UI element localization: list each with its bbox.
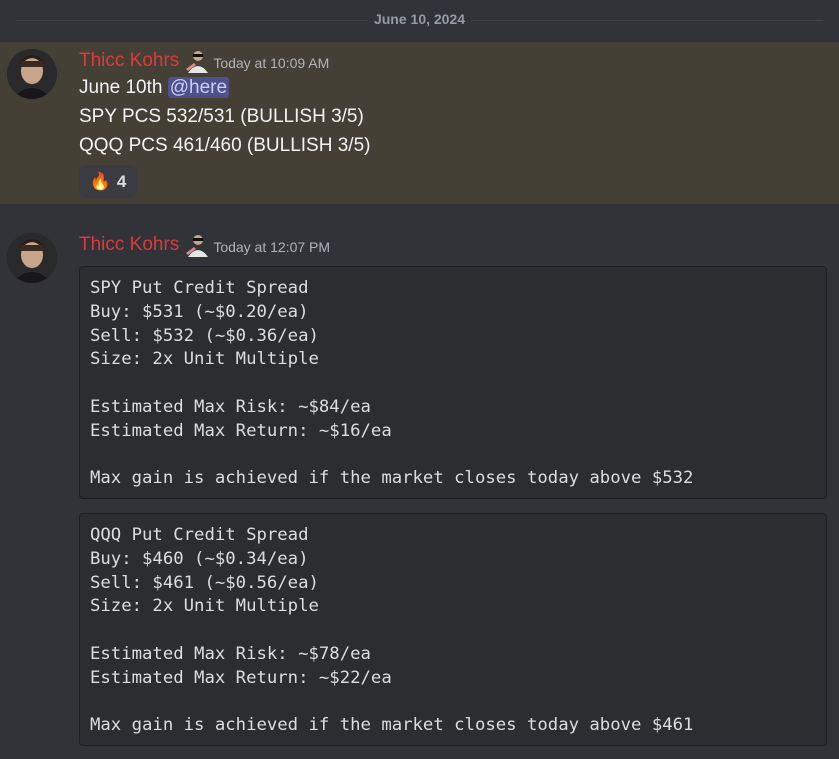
code-block-qqq: QQQ Put Credit Spread Buy: $460 (~$0.34/… bbox=[79, 513, 827, 746]
mention-here[interactable]: @here bbox=[167, 77, 230, 98]
code-block-spy: SPY Put Credit Spread Buy: $531 (~$0.20/… bbox=[79, 266, 827, 499]
message-header: Thicc Kohrs Today at 10:09 AM bbox=[79, 49, 329, 73]
reaction-count: 4 bbox=[116, 171, 127, 191]
message-line-2: SPY PCS 532/531 (BULLISH 3/5) bbox=[79, 106, 364, 127]
reaction-button[interactable]: 🔥 4 bbox=[79, 165, 137, 198]
code-line: Buy: $460 (~$0.34/ea) bbox=[90, 548, 309, 569]
code-line: Size: 2x Unit Multiple bbox=[90, 596, 319, 617]
timestamp: Today at 12:07 PM bbox=[213, 239, 331, 255]
code-line: Sell: $461 (~$0.56/ea) bbox=[90, 572, 319, 593]
message-header: Thicc Kohrs Today at 12:07 PM bbox=[79, 233, 330, 257]
role-icon bbox=[184, 233, 210, 257]
code-line: SPY Put Credit Spread bbox=[90, 278, 309, 298]
code-line: Sell: $532 (~$0.36/ea) bbox=[90, 325, 319, 346]
code-line: Size: 2x Unit Multiple bbox=[90, 349, 319, 370]
message-line-3: QQQ PCS 461/460 (BULLISH 3/5) bbox=[79, 135, 371, 156]
code-line: Max gain is achieved if the market close… bbox=[90, 715, 694, 736]
username[interactable]: Thicc Kohrs bbox=[79, 50, 179, 72]
fire-icon: 🔥 bbox=[89, 171, 111, 191]
message-text: June 10th bbox=[79, 77, 163, 98]
message-line-1: June 10th @here bbox=[79, 77, 230, 99]
code-line: QQQ Put Credit Spread bbox=[90, 525, 309, 545]
divider-date: June 10, 2024 bbox=[367, 11, 472, 27]
code-line: Max gain is achieved if the market close… bbox=[90, 468, 694, 489]
code-line: Estimated Max Return: ~$16/ea bbox=[90, 420, 392, 441]
avatar[interactable] bbox=[7, 49, 57, 99]
code-line: Buy: $531 (~$0.20/ea) bbox=[90, 301, 309, 322]
code-line: Estimated Max Risk: ~$84/ea bbox=[90, 396, 371, 417]
timestamp: Today at 10:09 AM bbox=[213, 55, 330, 71]
avatar[interactable] bbox=[7, 233, 57, 283]
username[interactable]: Thicc Kohrs bbox=[79, 234, 179, 256]
code-line: Estimated Max Risk: ~$78/ea bbox=[90, 643, 371, 664]
role-icon bbox=[184, 49, 210, 73]
code-line: Estimated Max Return: ~$22/ea bbox=[90, 667, 392, 688]
